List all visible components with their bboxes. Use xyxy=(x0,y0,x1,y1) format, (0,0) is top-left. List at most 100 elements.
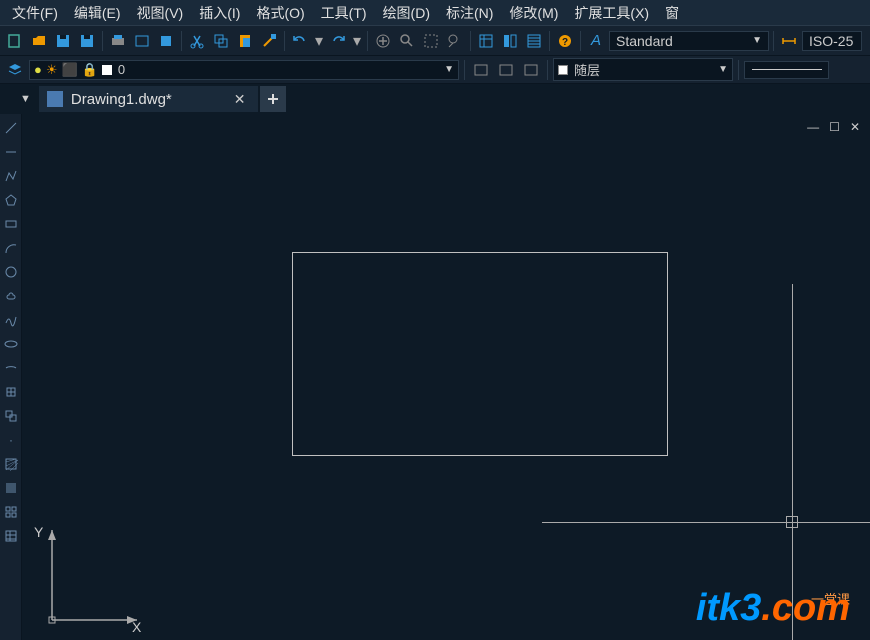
gradient-tool-icon[interactable] xyxy=(1,478,21,498)
dropdown-arrow-icon: ▼ xyxy=(752,35,762,46)
color-dropdown[interactable]: 随层 ▼ xyxy=(553,58,733,81)
arc-tool-icon[interactable] xyxy=(1,238,21,258)
text-style-dropdown[interactable]: Standard ▼ xyxy=(609,31,769,51)
menu-dimension[interactable]: 标注(N) xyxy=(438,1,501,25)
redo-dropdown-icon[interactable]: ▾ xyxy=(351,30,363,52)
svg-text:?: ? xyxy=(562,37,568,48)
dwg-file-icon xyxy=(47,91,63,107)
menu-insert[interactable]: 插入(I) xyxy=(191,1,248,25)
undo-icon[interactable] xyxy=(289,30,311,52)
text-style-icon[interactable]: A xyxy=(585,30,607,52)
undo-dropdown-icon[interactable]: ▾ xyxy=(313,30,325,52)
insert-block-icon[interactable] xyxy=(1,382,21,402)
ray-tool-icon[interactable] xyxy=(1,142,21,162)
layer-name: 0 xyxy=(118,62,125,77)
rectangle-object[interactable] xyxy=(292,252,668,456)
matchprop-icon[interactable] xyxy=(258,30,280,52)
color-value: 随层 xyxy=(574,60,600,79)
ucs-y-axis-label: Y xyxy=(34,524,43,540)
revision-cloud-icon[interactable] xyxy=(1,286,21,306)
paste-icon[interactable] xyxy=(234,30,256,52)
linetype-dropdown[interactable] xyxy=(744,61,829,79)
watermark: itk3.com xyxy=(696,587,850,630)
menu-file[interactable]: 文件(F) xyxy=(4,1,66,25)
lightbulb-icon: ● xyxy=(34,62,42,77)
publish-icon[interactable] xyxy=(155,30,177,52)
dim-style-dropdown[interactable]: ISO-25 xyxy=(802,31,862,51)
dim-style-value: ISO-25 xyxy=(809,33,853,49)
layer-manager-icon[interactable] xyxy=(4,59,26,81)
text-style-value: Standard xyxy=(616,33,673,49)
ellipse-tool-icon[interactable] xyxy=(1,334,21,354)
copy-icon[interactable] xyxy=(210,30,232,52)
document-name: Drawing1.dwg* xyxy=(71,91,172,108)
bylayer-square-icon xyxy=(558,65,568,75)
spline-tool-icon[interactable] xyxy=(1,310,21,330)
color-swatch-icon xyxy=(102,65,112,75)
tab-list-dropdown-icon[interactable]: ▼ xyxy=(20,93,31,105)
tab-close-button[interactable]: ✕ xyxy=(230,91,250,108)
designcenter-icon[interactable] xyxy=(499,30,521,52)
menu-modify[interactable]: 修改(M) xyxy=(501,1,566,25)
window-controls: — ☐ ✕ xyxy=(805,120,862,134)
minimize-icon[interactable]: — xyxy=(805,120,821,134)
preview-icon[interactable] xyxy=(131,30,153,52)
help-icon[interactable]: ? xyxy=(554,30,576,52)
zoom-icon[interactable] xyxy=(396,30,418,52)
print-icon[interactable] xyxy=(107,30,129,52)
menu-edit[interactable]: 编辑(E) xyxy=(66,1,129,25)
watermark-brand: itk3 xyxy=(696,587,761,629)
dim-style-icon[interactable] xyxy=(778,30,800,52)
menu-format[interactable]: 格式(O) xyxy=(248,1,312,25)
lock-icon: ⬛ xyxy=(62,62,78,78)
crosshair-pickbox xyxy=(786,516,798,528)
open-icon[interactable] xyxy=(28,30,50,52)
circle-tool-icon[interactable] xyxy=(1,262,21,282)
ellipse-arc-icon[interactable] xyxy=(1,358,21,378)
point-tool-icon[interactable]: · xyxy=(1,430,21,450)
new-icon[interactable] xyxy=(4,30,26,52)
dropdown-arrow-icon: ▼ xyxy=(718,64,728,75)
close-icon[interactable]: ✕ xyxy=(848,120,862,134)
saveas-icon[interactable] xyxy=(76,30,98,52)
pan-icon[interactable] xyxy=(372,30,394,52)
sun-icon: ☀ xyxy=(46,62,58,78)
layer-prev-icon[interactable] xyxy=(520,59,542,81)
redo-icon[interactable] xyxy=(327,30,349,52)
menu-draw[interactable]: 绘图(D) xyxy=(375,1,438,25)
region-tool-icon[interactable] xyxy=(1,502,21,522)
ucs-x-axis-label: X xyxy=(132,619,141,635)
polyline-tool-icon[interactable] xyxy=(1,166,21,186)
maximize-icon[interactable]: ☐ xyxy=(827,120,842,134)
polygon-tool-icon[interactable] xyxy=(1,190,21,210)
document-tab[interactable]: Drawing1.dwg* ✕ xyxy=(39,86,258,112)
layer-iso-icon[interactable] xyxy=(495,59,517,81)
main-area: · — ☐ ✕ Y X 一堂课 itk3.com xyxy=(0,114,870,640)
layer-dropdown[interactable]: ● ☀ ⬛ 🔒 0 ▼ xyxy=(29,60,459,80)
zoom-previous-icon[interactable] xyxy=(444,30,466,52)
print-layer-icon: 🔒 xyxy=(82,62,98,78)
zoom-window-icon[interactable] xyxy=(420,30,442,52)
dropdown-arrow-icon: ▼ xyxy=(444,64,454,75)
menu-view[interactable]: 视图(V) xyxy=(129,1,192,25)
menu-window[interactable]: 窗 xyxy=(657,1,687,25)
layer-state-icon[interactable] xyxy=(470,59,492,81)
menu-bar: 文件(F) 编辑(E) 视图(V) 插入(I) 格式(O) 工具(T) 绘图(D… xyxy=(0,0,870,26)
new-tab-button[interactable] xyxy=(260,86,286,112)
document-tabs: ▼ Drawing1.dwg* ✕ xyxy=(0,84,870,114)
menu-tools[interactable]: 工具(T) xyxy=(313,1,375,25)
menu-express[interactable]: 扩展工具(X) xyxy=(566,1,657,25)
save-icon[interactable] xyxy=(52,30,74,52)
cut-icon[interactable] xyxy=(186,30,208,52)
make-block-icon[interactable] xyxy=(1,406,21,426)
toolpalette-icon[interactable] xyxy=(523,30,545,52)
drawing-canvas[interactable]: — ☐ ✕ Y X 一堂课 itk3.com xyxy=(22,114,870,640)
properties-icon[interactable] xyxy=(475,30,497,52)
line-tool-icon[interactable] xyxy=(1,118,21,138)
rectangle-tool-icon[interactable] xyxy=(1,214,21,234)
crosshair-horizontal xyxy=(542,522,870,523)
ucs-icon xyxy=(32,520,142,630)
standard-toolbar: ▾ ▾ ? A Standard ▼ ISO-25 xyxy=(0,26,870,56)
table-tool-icon[interactable] xyxy=(1,526,21,546)
hatch-tool-icon[interactable] xyxy=(1,454,21,474)
